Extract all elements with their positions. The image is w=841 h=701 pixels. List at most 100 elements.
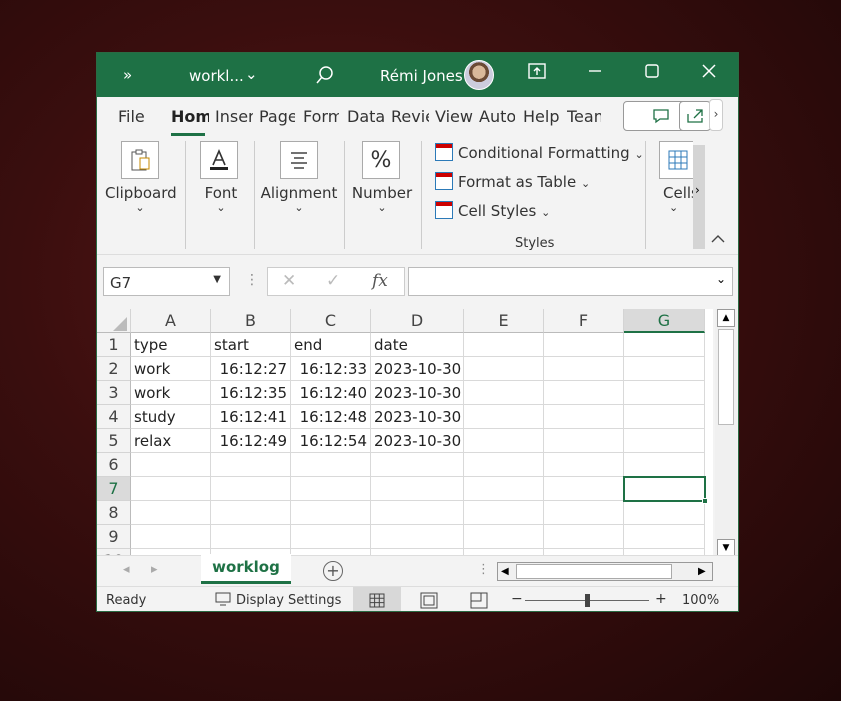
cell-f4[interactable] <box>544 405 624 429</box>
tab-team[interactable]: Team <box>567 107 601 126</box>
cell-d4[interactable]: 2023-10-30 <box>371 405 464 429</box>
cell-b6[interactable] <box>211 453 291 477</box>
ribbon-scroll-right-icon[interactable]: › <box>695 183 700 197</box>
cell-g3[interactable] <box>624 381 705 405</box>
ribbon-scroll-right-icon[interactable]: › <box>709 99 723 131</box>
cell-b7[interactable] <box>211 477 291 501</box>
cell-b9[interactable] <box>211 525 291 549</box>
cell-e1[interactable] <box>464 333 544 357</box>
cell-f7[interactable] <box>544 477 624 501</box>
cell-a1[interactable]: type <box>131 333 211 357</box>
ribbon-scroll-bar[interactable] <box>693 145 705 249</box>
clipboard-group[interactable]: Clipboard ⌄ <box>105 137 177 249</box>
tab-automate[interactable]: Auto <box>479 107 515 126</box>
chevron-down-icon[interactable]: ⌄ <box>245 65 258 83</box>
row-header-2[interactable]: 2 <box>97 357 131 381</box>
font-group[interactable]: Font ⌄ <box>189 137 253 249</box>
cell-e8[interactable] <box>464 501 544 525</box>
previous-sheet-icon[interactable]: ◂ <box>123 562 130 577</box>
normal-view-button[interactable] <box>353 587 401 611</box>
zoom-slider[interactable] <box>525 594 649 607</box>
sheet-tab-worklog[interactable]: worklog <box>201 554 291 584</box>
cell-g8[interactable] <box>624 501 705 525</box>
tab-review[interactable]: Revie <box>391 107 429 126</box>
cell-f5[interactable] <box>544 429 624 453</box>
cancel-icon[interactable]: ✕ <box>282 271 296 291</box>
cell-d2[interactable]: 2023-10-30 <box>371 357 464 381</box>
tab-view[interactable]: View <box>435 107 473 126</box>
avatar[interactable] <box>464 60 494 90</box>
add-sheet-icon[interactable]: + <box>323 561 343 581</box>
enter-icon[interactable]: ✓ <box>326 271 340 291</box>
cell-c5[interactable]: 16:12:54 <box>291 429 371 453</box>
cell-g5[interactable] <box>624 429 705 453</box>
cell-g9[interactable] <box>624 525 705 549</box>
cell-d3[interactable]: 2023-10-30 <box>371 381 464 405</box>
tab-data[interactable]: Data <box>347 107 385 126</box>
cell-b8[interactable] <box>211 501 291 525</box>
file-name[interactable]: workl... <box>189 67 244 85</box>
row-header-1[interactable]: 1 <box>97 333 131 357</box>
collapse-ribbon-icon[interactable] <box>711 233 725 248</box>
maximize-icon[interactable] <box>640 63 664 83</box>
scroll-left-icon[interactable]: ◀ <box>501 563 509 580</box>
expand-formula-icon[interactable]: ⌄ <box>716 272 726 286</box>
tab-help[interactable]: Help <box>523 107 559 126</box>
cell-c1[interactable]: end <box>291 333 371 357</box>
cell-a7[interactable] <box>131 477 211 501</box>
select-all-corner[interactable] <box>97 309 131 333</box>
tab-file[interactable]: File <box>118 107 145 126</box>
row-header-7[interactable]: 7 <box>97 477 131 501</box>
column-header-d[interactable]: D <box>371 309 464 333</box>
formula-input[interactable]: ⌄ <box>408 267 733 296</box>
row-header-5[interactable]: 5 <box>97 429 131 453</box>
cell-d8[interactable] <box>371 501 464 525</box>
page-break-view-button[interactable] <box>465 587 493 611</box>
tab-insert[interactable]: Inser <box>215 107 253 126</box>
page-layout-view-button[interactable] <box>415 587 443 611</box>
zoom-slider-thumb[interactable] <box>585 594 590 607</box>
cell-d1[interactable]: date <box>371 333 464 357</box>
cell-a8[interactable] <box>131 501 211 525</box>
horizontal-scrollbar[interactable]: ◀ ▶ <box>497 562 713 581</box>
row-header-8[interactable]: 8 <box>97 501 131 525</box>
cell-b2[interactable]: 16:12:27 <box>211 357 291 381</box>
cell-d6[interactable] <box>371 453 464 477</box>
ribbon-display-icon[interactable] <box>525 63 549 83</box>
cell-e7[interactable] <box>464 477 544 501</box>
cell-d9[interactable] <box>371 525 464 549</box>
cell-c3[interactable]: 16:12:40 <box>291 381 371 405</box>
cell-e4[interactable] <box>464 405 544 429</box>
zoom-level[interactable]: 100% <box>682 593 719 608</box>
cell-f6[interactable] <box>544 453 624 477</box>
drag-handle-icon[interactable]: ⋮ <box>245 272 259 288</box>
row-header-6[interactable]: 6 <box>97 453 131 477</box>
close-icon[interactable] <box>697 63 721 83</box>
cell-c2[interactable]: 16:12:33 <box>291 357 371 381</box>
column-header-b[interactable]: B <box>211 309 291 333</box>
scroll-right-icon[interactable]: ▶ <box>698 563 706 580</box>
cell-c6[interactable] <box>291 453 371 477</box>
more-commands-icon[interactable]: » <box>123 66 132 84</box>
chevron-down-icon[interactable]: ▼ <box>213 274 221 285</box>
cell-a4[interactable]: study <box>131 405 211 429</box>
column-header-a[interactable]: A <box>131 309 211 333</box>
row-header-9[interactable]: 9 <box>97 525 131 549</box>
alignment-group[interactable]: Alignment ⌄ <box>259 137 339 249</box>
number-group[interactable]: % Number ⌄ <box>350 137 414 249</box>
cell-c4[interactable]: 16:12:48 <box>291 405 371 429</box>
cell-d7[interactable] <box>371 477 464 501</box>
cell-f8[interactable] <box>544 501 624 525</box>
display-settings-button[interactable]: Display Settings <box>236 593 341 608</box>
cell-b1[interactable]: start <box>211 333 291 357</box>
name-box[interactable]: G7 ▼ <box>103 267 230 296</box>
horizontal-scroll-thumb[interactable] <box>516 564 672 579</box>
selected-cell-g7[interactable] <box>623 476 706 502</box>
cell-e3[interactable] <box>464 381 544 405</box>
cell-f3[interactable] <box>544 381 624 405</box>
tab-splitter-icon[interactable]: ⋮ <box>477 562 490 577</box>
cell-g2[interactable] <box>624 357 705 381</box>
cell-a2[interactable]: work <box>131 357 211 381</box>
display-settings-icon[interactable] <box>215 592 233 610</box>
cell-a9[interactable] <box>131 525 211 549</box>
